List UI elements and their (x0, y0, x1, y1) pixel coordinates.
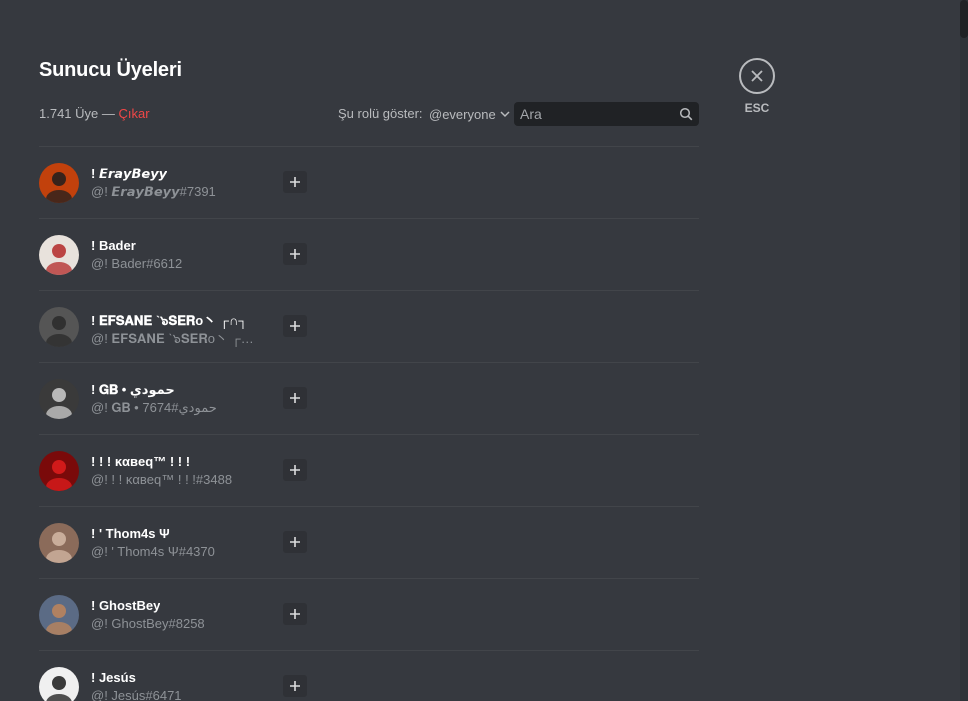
member-row[interactable]: ! 𝐆𝐁 • حمودي @! 𝐆𝐁 • حمودي#7674 (39, 363, 699, 435)
role-select-value: @everyone (429, 106, 496, 122)
avatar-image (39, 523, 79, 563)
avatar[interactable] (39, 667, 79, 701)
member-count-row: 1.741 Üye — Çıkar (39, 106, 150, 121)
member-tag: @! ! ! ĸαвeq™ ! ! !#3488 (91, 472, 233, 487)
plus-icon (290, 537, 300, 547)
search-icon (679, 107, 693, 121)
close-area: ESC (739, 58, 775, 115)
close-button[interactable] (739, 58, 775, 94)
avatar[interactable] (39, 379, 79, 419)
member-tag: @! 𝐄𝐅𝐒𝐀𝐍𝐄 ˋ๖𝐒𝐄𝐑ᴏ丶 ┌∩┐#0000 (91, 331, 263, 346)
add-role-button[interactable] (283, 243, 307, 265)
member-tag: @! Jesús#6471 (91, 688, 182, 701)
avatar-image (39, 235, 79, 275)
avatar[interactable] (39, 523, 79, 563)
role-select[interactable]: @everyone (429, 104, 510, 124)
close-icon (751, 70, 763, 82)
member-row[interactable]: ! GhostBey @! GhostBey#8258 (39, 579, 699, 651)
member-name: ! GhostBey (91, 598, 161, 613)
plus-icon (290, 321, 300, 331)
plus-icon (290, 177, 300, 187)
add-role-button[interactable] (283, 171, 307, 193)
add-role-button[interactable] (283, 603, 307, 625)
member-tag: @! 𝙀𝙧𝙖𝙮𝘽𝙚𝙮𝙮#7391 (91, 184, 216, 199)
chevron-down-icon (500, 111, 510, 118)
member-row[interactable]: ! Jesús @! Jesús#6471 (39, 651, 699, 701)
scrollbar-track[interactable] (960, 0, 968, 701)
avatar-image (39, 595, 79, 635)
member-tag: @! Bader#6612 (91, 256, 183, 271)
avatar[interactable] (39, 307, 79, 347)
search-input[interactable] (520, 106, 679, 122)
member-name: ! Bader (91, 238, 136, 253)
add-role-button[interactable] (283, 387, 307, 409)
plus-icon (290, 465, 300, 475)
avatar[interactable] (39, 235, 79, 275)
avatar[interactable] (39, 451, 79, 491)
add-role-button[interactable] (283, 675, 307, 697)
esc-label: ESC (744, 101, 770, 115)
member-row[interactable]: ! ! ! ĸαвeq™ ! ! ! @! ! ! ĸαвeq™ ! ! !#34… (39, 435, 699, 507)
avatar-image (39, 307, 79, 347)
prune-link[interactable]: Çıkar (119, 106, 150, 121)
count-separator: — (98, 106, 119, 121)
avatar-image (39, 163, 79, 203)
add-role-button[interactable] (283, 459, 307, 481)
member-row[interactable]: ! ' Thom4s Ψ @! ' Thom4s Ψ#4370 (39, 507, 699, 579)
scrollbar-thumb[interactable] (960, 0, 968, 38)
member-tag: @! GhostBey#8258 (91, 616, 205, 631)
page-title: Sunucu Üyeleri (39, 59, 182, 81)
member-name: ! ' Thom4s Ψ (91, 526, 170, 541)
avatar-image (39, 451, 79, 491)
avatar-image (39, 667, 79, 701)
plus-icon (290, 681, 300, 691)
add-role-button[interactable] (283, 315, 307, 337)
member-row[interactable]: ! 𝐄𝐅𝐒𝐀𝐍𝐄 ˋ๖𝐒𝐄𝐑ᴏ丶 ┌∩┐ @! 𝐄𝐅𝐒𝐀𝐍𝐄 ˋ๖𝐒𝐄𝐑ᴏ丶 ┌∩… (39, 291, 699, 363)
avatar-image (39, 379, 79, 419)
add-role-button[interactable] (283, 531, 307, 553)
member-name: ! ! ! ĸαвeq™ ! ! ! (91, 454, 191, 469)
member-row[interactable]: ! Bader @! Bader#6612 (39, 219, 699, 291)
plus-icon (290, 393, 300, 403)
member-name: ! Jesús (91, 670, 136, 685)
member-name: ! 𝐆𝐁 • حمودي (91, 382, 175, 397)
member-row[interactable]: ! 𝙀𝙧𝙖𝙮𝘽𝙚𝙮𝙮 @! 𝙀𝙧𝙖𝙮𝘽𝙚𝙮𝙮#7391 (39, 147, 699, 219)
plus-icon (290, 609, 300, 619)
avatar[interactable] (39, 595, 79, 635)
member-list: ! 𝙀𝙧𝙖𝙮𝘽𝙚𝙮𝙮 @! 𝙀𝙧𝙖𝙮𝘽𝙚𝙮𝙮#7391 ! Bader @! Bade… (39, 147, 699, 701)
member-count: 1.741 Üye (39, 106, 99, 121)
member-tag: @! ' Thom4s Ψ#4370 (91, 544, 215, 559)
member-tag: @! 𝐆𝐁 • حمودي#7674 (91, 400, 217, 415)
search-box[interactable] (514, 102, 699, 126)
avatar[interactable] (39, 163, 79, 203)
member-name: ! 𝙀𝙧𝙖𝙮𝘽𝙚𝙮𝙮 (91, 166, 168, 181)
role-filter-label: Şu rolü göster: (338, 106, 423, 121)
plus-icon (290, 249, 300, 259)
